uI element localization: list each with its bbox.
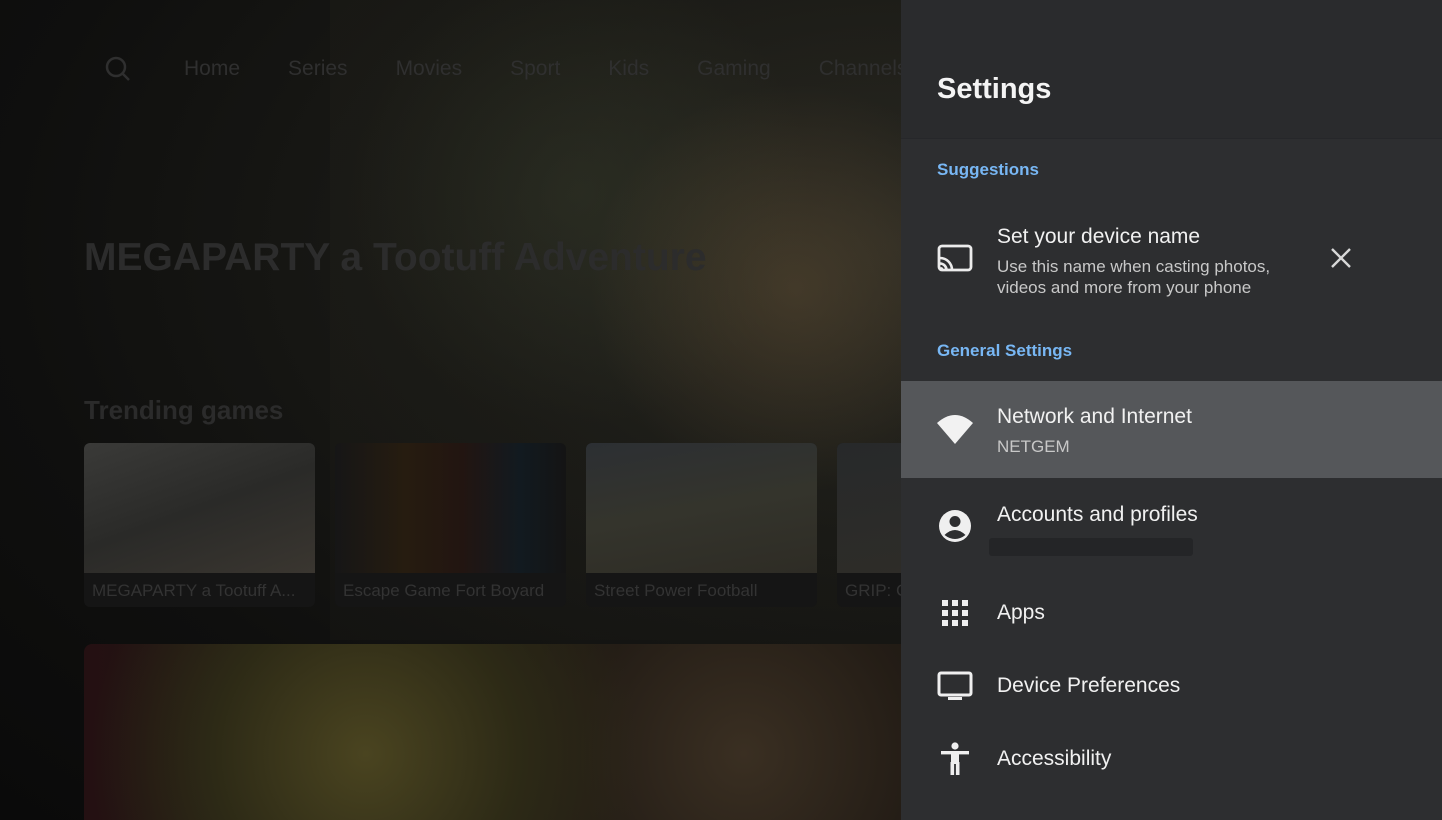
settings-item-network[interactable]: Network and Internet NETGEM bbox=[901, 381, 1442, 478]
game-card-title: MEGAPARTY a Tootuff A... bbox=[92, 581, 296, 600]
nav-item-kids[interactable]: Kids bbox=[608, 57, 649, 81]
apps-grid-icon bbox=[937, 595, 973, 631]
remote-icon bbox=[937, 810, 973, 820]
nav-item-gaming[interactable]: Gaming bbox=[697, 57, 771, 81]
game-thumbnail bbox=[335, 443, 566, 573]
tv-icon bbox=[937, 668, 973, 704]
network-subtitle: NETGEM bbox=[997, 437, 1070, 456]
accessibility-title: Accessibility bbox=[997, 747, 1112, 770]
game-card-title: Escape Game Fort Boyard bbox=[343, 581, 545, 600]
settings-item-device-preferences[interactable]: Device Preferences bbox=[901, 658, 1442, 714]
cast-icon bbox=[937, 241, 973, 277]
game-card[interactable]: MEGAPARTY a Tootuff A... bbox=[84, 443, 315, 607]
suggestion-device-name[interactable]: Set your device name Use this name when … bbox=[901, 210, 1442, 310]
account-icon bbox=[937, 508, 973, 544]
settings-header: Settings bbox=[901, 0, 1442, 139]
nav-item-series[interactable]: Series bbox=[288, 57, 348, 81]
settings-panel: Settings Suggestions Set your device nam… bbox=[901, 0, 1442, 820]
settings-item-accounts[interactable]: Accounts and profiles bbox=[901, 480, 1442, 575]
game-card[interactable]: Street Power Football bbox=[586, 443, 817, 607]
nav-item-movies[interactable]: Movies bbox=[396, 57, 463, 81]
row-title: Trending games bbox=[84, 395, 284, 425]
network-title: Network and Internet bbox=[997, 405, 1192, 428]
game-thumbnail bbox=[84, 443, 315, 573]
nav-item-home[interactable]: Home bbox=[184, 57, 240, 81]
apps-title: Apps bbox=[997, 601, 1045, 624]
suggestion-subtitle: Use this name when casting photos, video… bbox=[997, 257, 1271, 297]
nav-item-sport[interactable]: Sport bbox=[510, 57, 560, 81]
settings-item-apps[interactable]: Apps bbox=[901, 585, 1442, 641]
settings-item-next-partial[interactable] bbox=[901, 808, 1442, 820]
accounts-title: Accounts and profiles bbox=[997, 503, 1198, 526]
settings-title: Settings bbox=[937, 73, 1052, 105]
settings-item-accessibility[interactable]: Accessibility bbox=[901, 731, 1442, 787]
accounts-subtitle-redacted bbox=[989, 538, 1193, 556]
game-thumbnail bbox=[586, 443, 817, 573]
suggestions-heading: Suggestions bbox=[937, 160, 1040, 179]
hero-title: MEGAPARTY a Tootuff Adventure bbox=[84, 236, 707, 279]
wifi-icon bbox=[937, 411, 973, 447]
featured-banner[interactable] bbox=[84, 644, 964, 820]
suggestion-title: Set your device name bbox=[997, 225, 1201, 248]
search-icon[interactable] bbox=[104, 55, 132, 83]
device-preferences-title: Device Preferences bbox=[997, 674, 1181, 697]
close-icon[interactable] bbox=[1329, 246, 1353, 270]
accessibility-icon bbox=[937, 741, 973, 777]
nav-item-channels[interactable]: Channels bbox=[819, 57, 908, 81]
top-navigation: Home Series Movies Sport Kids Gaming Cha… bbox=[104, 54, 955, 84]
game-card-title: Street Power Football bbox=[594, 581, 758, 600]
game-card[interactable]: Escape Game Fort Boyard bbox=[335, 443, 566, 607]
general-settings-heading: General Settings bbox=[937, 341, 1073, 360]
